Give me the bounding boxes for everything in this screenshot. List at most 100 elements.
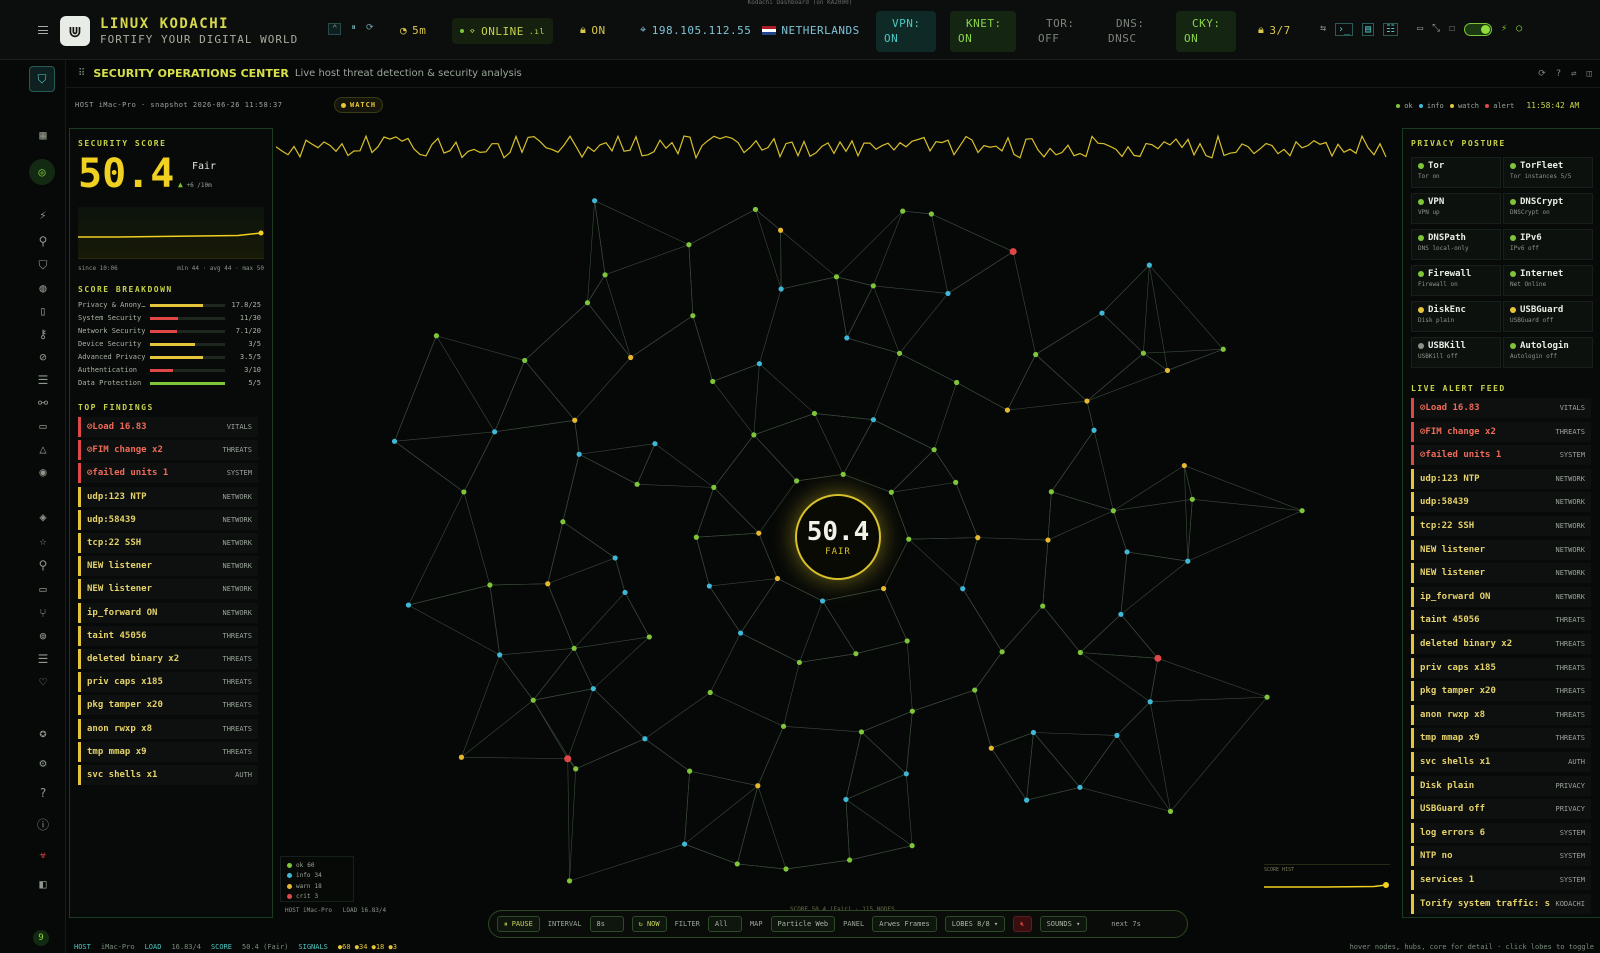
alert-item[interactable]: ⊘Load 16.83 VITALS: [1411, 398, 1591, 418]
web-node[interactable]: [858, 729, 865, 735]
sounds-button[interactable]: SOUNDS ▾: [1039, 916, 1088, 932]
web-node[interactable]: [975, 535, 981, 541]
web-node[interactable]: [1147, 699, 1153, 705]
web-node[interactable]: [931, 447, 937, 453]
web-node[interactable]: [1048, 489, 1054, 495]
finding-item[interactable]: NEW listener NETWORK: [78, 556, 258, 577]
web-node[interactable]: [756, 361, 762, 367]
web-node[interactable]: [960, 586, 966, 592]
web-node[interactable]: [1299, 508, 1305, 514]
web-node[interactable]: [1264, 694, 1270, 700]
alert-item[interactable]: USBGuard off PRIVACY: [1411, 799, 1591, 820]
menu-icon[interactable]: [38, 26, 48, 34]
web-node[interactable]: [1154, 654, 1162, 662]
web-node[interactable]: [881, 585, 887, 592]
web-node[interactable]: [602, 272, 608, 278]
lock-status[interactable]: 🔒︎ ON: [580, 12, 606, 48]
finding-item[interactable]: anon rwxp x8 THREATS: [78, 718, 258, 739]
alert-item[interactable]: priv caps x185 THREATS: [1411, 657, 1591, 678]
web-node[interactable]: [642, 736, 648, 742]
alert-item[interactable]: svc shells x1 AUTH: [1411, 752, 1591, 772]
terminal-icon[interactable]: ›_: [1335, 23, 1354, 36]
refresh-icon[interactable]: ⟳: [366, 23, 374, 35]
web-node[interactable]: [870, 417, 877, 423]
web-node[interactable]: [1110, 508, 1116, 514]
finding-item[interactable]: udp:123 NTP NETWORK: [78, 486, 258, 507]
web-node[interactable]: [778, 286, 784, 292]
web-node[interactable]: [737, 630, 744, 636]
pause-icon[interactable]: ⏸: [351, 23, 356, 35]
fingerprint-icon[interactable]: ◉: [34, 463, 52, 481]
web-node[interactable]: [652, 441, 658, 447]
web-node[interactable]: [1030, 729, 1037, 736]
header-layout-icon[interactable]: ◫: [1587, 69, 1592, 79]
web-node[interactable]: [646, 634, 652, 640]
alert-item[interactable]: pkg tamper x20 THREATS: [1411, 681, 1591, 702]
ip-address[interactable]: ⌖ 198.105.112.55 NETHERLANDS: [640, 12, 860, 48]
web-node[interactable]: [391, 438, 398, 444]
web-node[interactable]: [522, 357, 528, 364]
alert-item[interactable]: NEW listener NETWORK: [1411, 563, 1591, 584]
web-node[interactable]: [888, 489, 894, 495]
layers-icon[interactable]: ◈: [34, 508, 52, 526]
web-node[interactable]: [1077, 784, 1083, 790]
web-node[interactable]: [1114, 732, 1120, 739]
finding-item[interactable]: pkg tamper x20 THREATS: [78, 695, 258, 716]
link-icon[interactable]: ⚯: [34, 394, 52, 412]
web-node[interactable]: [497, 652, 503, 658]
web-node[interactable]: [844, 335, 850, 341]
help-icon[interactable]: ?: [34, 784, 52, 802]
pause-button[interactable]: ⏸ PAUSE: [497, 916, 540, 932]
web-node[interactable]: [734, 861, 740, 867]
panel-select[interactable]: Arwes Frames: [872, 916, 937, 932]
web-node[interactable]: [707, 689, 713, 696]
map-select[interactable]: Particle Web: [770, 916, 836, 932]
dns-chip[interactable]: DNS: DNSC: [1100, 11, 1160, 52]
web-node[interactable]: [612, 555, 618, 561]
web-node[interactable]: [1099, 310, 1105, 316]
alert-item[interactable]: NEW listener NETWORK: [1411, 539, 1591, 560]
web-node[interactable]: [1045, 537, 1051, 543]
web-node[interactable]: [1124, 549, 1130, 555]
web-node[interactable]: [793, 478, 800, 484]
web-node[interactable]: [1185, 558, 1191, 564]
web-node[interactable]: [780, 723, 787, 729]
finding-item[interactable]: taint 45056 THREATS: [78, 625, 258, 646]
alert-item[interactable]: Disk plain PRIVACY: [1411, 775, 1591, 796]
web-node[interactable]: [1118, 611, 1124, 617]
knet-chip[interactable]: KNET: ON: [950, 11, 1016, 52]
web-node[interactable]: [530, 697, 536, 703]
web-node[interactable]: [755, 783, 761, 789]
card-icon[interactable]: ▭: [34, 580, 52, 598]
web-node[interactable]: [1033, 351, 1039, 358]
alert-item[interactable]: Torify system traffic: sudo routing-swit…: [1411, 893, 1591, 914]
score-core[interactable]: 50.4 FAIR: [795, 494, 881, 580]
alert-item[interactable]: udp:58439 NETWORK: [1411, 492, 1591, 513]
web-node[interactable]: [1181, 462, 1187, 469]
web-node[interactable]: [1040, 603, 1046, 609]
star-icon[interactable]: ☆: [34, 532, 52, 550]
web-node[interactable]: [953, 479, 959, 485]
web-node[interactable]: [576, 451, 582, 457]
web-node[interactable]: [706, 583, 712, 589]
shield-outline-icon[interactable]: ⛉: [34, 256, 52, 274]
swap-icon[interactable]: ⇆: [1320, 23, 1326, 36]
rail-badge[interactable]: 9: [33, 930, 49, 946]
database-icon[interactable]: ☰: [34, 371, 52, 389]
storage-icon[interactable]: ▭: [34, 417, 52, 435]
web-node[interactable]: [571, 645, 577, 651]
web-node[interactable]: [1077, 649, 1083, 656]
web-node[interactable]: [1167, 808, 1174, 814]
alert-item[interactable]: tmp mmap x9 THREATS: [1411, 728, 1591, 749]
finding-item[interactable]: NEW listener NETWORK: [78, 579, 258, 600]
web-node[interactable]: [1004, 407, 1011, 413]
drag-handle-icon[interactable]: ⠿: [78, 68, 85, 79]
finding-item[interactable]: ⊘failed units 1 SYSTEM: [78, 463, 258, 484]
web-node[interactable]: [710, 378, 716, 385]
finding-item[interactable]: deleted binary x2 THREATS: [78, 649, 258, 669]
web-node[interactable]: [853, 651, 859, 657]
robot-icon[interactable]: ☐: [1449, 23, 1455, 36]
alert-item[interactable]: ⊘FIM change x2 THREATS: [1411, 421, 1591, 442]
tor-chip[interactable]: TOR: OFF: [1030, 11, 1086, 52]
online-status[interactable]: ⌔ ONLINE .ıl: [452, 18, 553, 44]
